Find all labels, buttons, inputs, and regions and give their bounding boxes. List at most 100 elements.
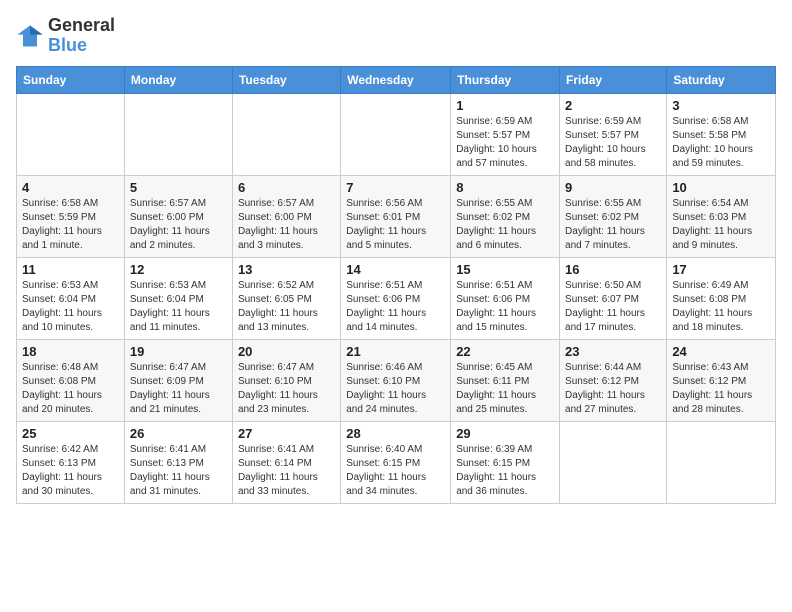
calendar-cell: 19 Sunrise: 6:47 AM Sunset: 6:09 PM Dayli…: [124, 339, 232, 421]
calendar-cell: 26Sunrise: 6:41 AM Sunset: 6:13 PM Dayli…: [124, 421, 232, 503]
day-info: Sunrise: 6:53 AM Sunset: 6:04 PM Dayligh…: [130, 279, 227, 335]
weekday-header-sunday: Sunday: [17, 66, 125, 93]
day-number: 13: [238, 262, 335, 277]
day-number: 8: [456, 180, 554, 195]
day-info: Sunrise: 6:56 AM Sunset: 6:01 PM Dayligh…: [346, 197, 445, 253]
weekday-header-saturday: Saturday: [667, 66, 776, 93]
day-number: 3: [672, 98, 770, 113]
calendar-cell: [17, 93, 125, 175]
day-info: Sunrise: 6:55 AM Sunset: 6:02 PM Dayligh…: [565, 197, 661, 253]
day-info: Sunrise: 6:47 AM Sunset: 6:09 PM Dayligh…: [130, 361, 227, 417]
day-info: Sunrise: 6:39 AM Sunset: 6:15 PM Dayligh…: [456, 443, 554, 499]
calendar-cell: 8 Sunrise: 6:55 AM Sunset: 6:02 PM Daylig…: [451, 175, 560, 257]
logo-icon: [16, 22, 44, 50]
calendar-cell: 24 Sunrise: 6:43 AM Sunset: 6:12 PM Dayli…: [667, 339, 776, 421]
calendar-cell: 3 Sunrise: 6:58 AM Sunset: 5:58 PM Daylig…: [667, 93, 776, 175]
day-number: 15: [456, 262, 554, 277]
weekday-header-friday: Friday: [560, 66, 667, 93]
weekday-header-row: SundayMondayTuesdayWednesdayThursdayFrid…: [17, 66, 776, 93]
day-info: Sunrise: 6:57 AM Sunset: 6:00 PM Dayligh…: [238, 197, 335, 253]
calendar-cell: 16 Sunrise: 6:50 AM Sunset: 6:07 PM Dayli…: [560, 257, 667, 339]
weekday-header-thursday: Thursday: [451, 66, 560, 93]
calendar-table: SundayMondayTuesdayWednesdayThursdayFrid…: [16, 66, 776, 504]
calendar-cell: 23 Sunrise: 6:44 AM Sunset: 6:12 PM Dayli…: [560, 339, 667, 421]
calendar-cell: 12 Sunrise: 6:53 AM Sunset: 6:04 PM Dayli…: [124, 257, 232, 339]
day-number: 22: [456, 344, 554, 359]
calendar-cell: 28 Sunrise: 6:40 AM Sunset: 6:15 PM Dayli…: [341, 421, 451, 503]
calendar-week-2: 4 Sunrise: 6:58 AM Sunset: 5:59 PM Daylig…: [17, 175, 776, 257]
calendar-cell: 15 Sunrise: 6:51 AM Sunset: 6:06 PM Dayli…: [451, 257, 560, 339]
day-info: Sunrise: 6:49 AM Sunset: 6:08 PM Dayligh…: [672, 279, 770, 335]
day-number: 16: [565, 262, 661, 277]
day-info: Sunrise: 6:54 AM Sunset: 6:03 PM Dayligh…: [672, 197, 770, 253]
calendar-cell: [124, 93, 232, 175]
day-info: Sunrise: 6:51 AM Sunset: 6:06 PM Dayligh…: [346, 279, 445, 335]
day-info: Sunrise: 6:50 AM Sunset: 6:07 PM Dayligh…: [565, 279, 661, 335]
day-number: 29: [456, 426, 554, 441]
day-info: Sunrise: 6:55 AM Sunset: 6:02 PM Dayligh…: [456, 197, 554, 253]
calendar-week-5: 25 Sunrise: 6:42 AM Sunset: 6:13 PM Dayli…: [17, 421, 776, 503]
weekday-header-monday: Monday: [124, 66, 232, 93]
day-number: 4: [22, 180, 119, 195]
calendar-cell: 27Sunrise: 6:41 AM Sunset: 6:14 PM Dayli…: [232, 421, 340, 503]
day-info: Sunrise: 6:44 AM Sunset: 6:12 PM Dayligh…: [565, 361, 661, 417]
day-number: 1: [456, 98, 554, 113]
calendar-cell: 4 Sunrise: 6:58 AM Sunset: 5:59 PM Daylig…: [17, 175, 125, 257]
day-number: 21: [346, 344, 445, 359]
day-number: 19: [130, 344, 227, 359]
day-number: 23: [565, 344, 661, 359]
day-number: 9: [565, 180, 661, 195]
calendar-cell: 10Sunrise: 6:54 AM Sunset: 6:03 PM Dayli…: [667, 175, 776, 257]
logo: General Blue: [16, 16, 115, 56]
day-number: 5: [130, 180, 227, 195]
calendar-cell: 18 Sunrise: 6:48 AM Sunset: 6:08 PM Dayli…: [17, 339, 125, 421]
day-info: Sunrise: 6:58 AM Sunset: 5:58 PM Dayligh…: [672, 115, 770, 171]
page-header: General Blue: [16, 16, 776, 56]
day-number: 2: [565, 98, 661, 113]
calendar-cell: 21 Sunrise: 6:46 AM Sunset: 6:10 PM Dayli…: [341, 339, 451, 421]
day-number: 12: [130, 262, 227, 277]
day-number: 20: [238, 344, 335, 359]
day-info: Sunrise: 6:59 AM Sunset: 5:57 PM Dayligh…: [456, 115, 554, 171]
calendar-cell: [341, 93, 451, 175]
day-number: 11: [22, 262, 119, 277]
day-info: Sunrise: 6:48 AM Sunset: 6:08 PM Dayligh…: [22, 361, 119, 417]
day-info: Sunrise: 6:57 AM Sunset: 6:00 PM Dayligh…: [130, 197, 227, 253]
calendar-cell: 1 Sunrise: 6:59 AM Sunset: 5:57 PM Daylig…: [451, 93, 560, 175]
day-number: 14: [346, 262, 445, 277]
day-info: Sunrise: 6:58 AM Sunset: 5:59 PM Dayligh…: [22, 197, 119, 253]
day-number: 7: [346, 180, 445, 195]
calendar-cell: 7 Sunrise: 6:56 AM Sunset: 6:01 PM Daylig…: [341, 175, 451, 257]
day-info: Sunrise: 6:43 AM Sunset: 6:12 PM Dayligh…: [672, 361, 770, 417]
calendar-cell: 2 Sunrise: 6:59 AM Sunset: 5:57 PM Daylig…: [560, 93, 667, 175]
day-info: Sunrise: 6:46 AM Sunset: 6:10 PM Dayligh…: [346, 361, 445, 417]
calendar-cell: 22Sunrise: 6:45 AM Sunset: 6:11 PM Dayli…: [451, 339, 560, 421]
day-number: 18: [22, 344, 119, 359]
calendar-cell: 9 Sunrise: 6:55 AM Sunset: 6:02 PM Daylig…: [560, 175, 667, 257]
calendar-week-1: 1 Sunrise: 6:59 AM Sunset: 5:57 PM Daylig…: [17, 93, 776, 175]
day-number: 25: [22, 426, 119, 441]
day-info: Sunrise: 6:51 AM Sunset: 6:06 PM Dayligh…: [456, 279, 554, 335]
calendar-cell: [560, 421, 667, 503]
day-info: Sunrise: 6:42 AM Sunset: 6:13 PM Dayligh…: [22, 443, 119, 499]
calendar-cell: [232, 93, 340, 175]
day-info: Sunrise: 6:53 AM Sunset: 6:04 PM Dayligh…: [22, 279, 119, 335]
day-number: 28: [346, 426, 445, 441]
calendar-cell: 25 Sunrise: 6:42 AM Sunset: 6:13 PM Dayli…: [17, 421, 125, 503]
calendar-cell: [667, 421, 776, 503]
weekday-header-wednesday: Wednesday: [341, 66, 451, 93]
day-number: 6: [238, 180, 335, 195]
calendar-cell: 20Sunrise: 6:47 AM Sunset: 6:10 PM Dayli…: [232, 339, 340, 421]
calendar-week-4: 18 Sunrise: 6:48 AM Sunset: 6:08 PM Dayli…: [17, 339, 776, 421]
calendar-week-3: 11 Sunrise: 6:53 AM Sunset: 6:04 PM Dayli…: [17, 257, 776, 339]
day-info: Sunrise: 6:59 AM Sunset: 5:57 PM Dayligh…: [565, 115, 661, 171]
day-number: 27: [238, 426, 335, 441]
day-number: 17: [672, 262, 770, 277]
calendar-cell: 6 Sunrise: 6:57 AM Sunset: 6:00 PM Daylig…: [232, 175, 340, 257]
calendar-cell: 14 Sunrise: 6:51 AM Sunset: 6:06 PM Dayli…: [341, 257, 451, 339]
day-number: 24: [672, 344, 770, 359]
day-info: Sunrise: 6:40 AM Sunset: 6:15 PM Dayligh…: [346, 443, 445, 499]
calendar-cell: 17 Sunrise: 6:49 AM Sunset: 6:08 PM Dayli…: [667, 257, 776, 339]
day-number: 26: [130, 426, 227, 441]
weekday-header-tuesday: Tuesday: [232, 66, 340, 93]
